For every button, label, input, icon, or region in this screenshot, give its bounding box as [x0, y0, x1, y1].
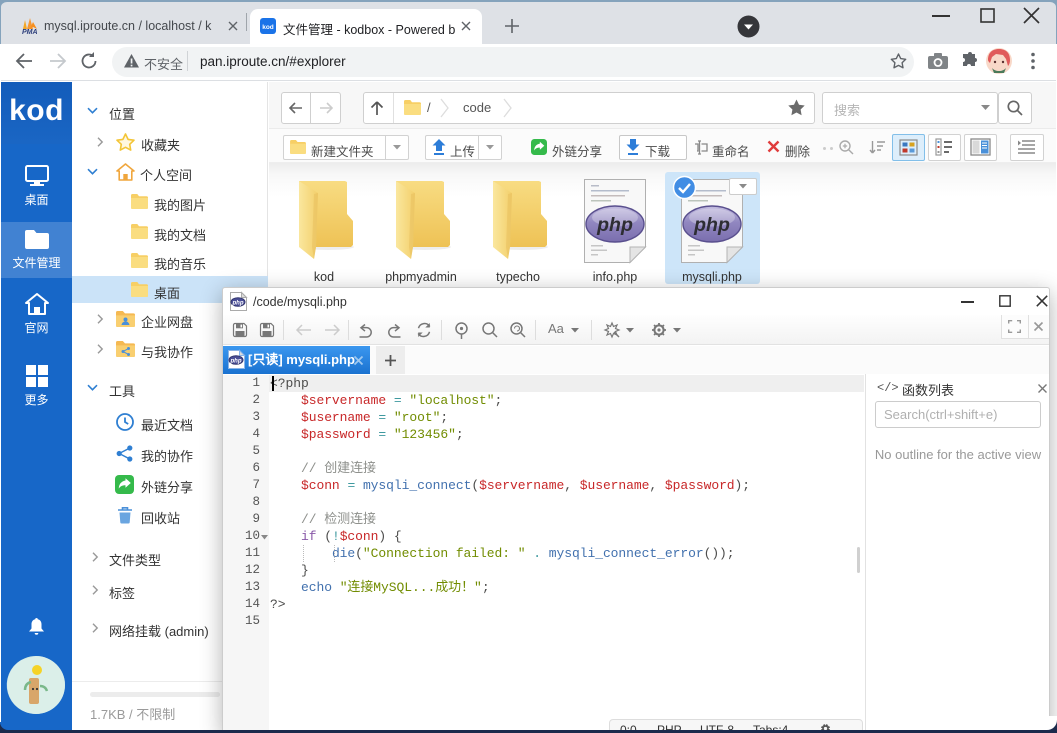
svg-text:php: php — [230, 359, 242, 365]
svg-text:PMA: PMA — [22, 29, 38, 36]
svg-text:php: php — [232, 301, 244, 307]
svg-text:kod: kod — [262, 24, 274, 31]
